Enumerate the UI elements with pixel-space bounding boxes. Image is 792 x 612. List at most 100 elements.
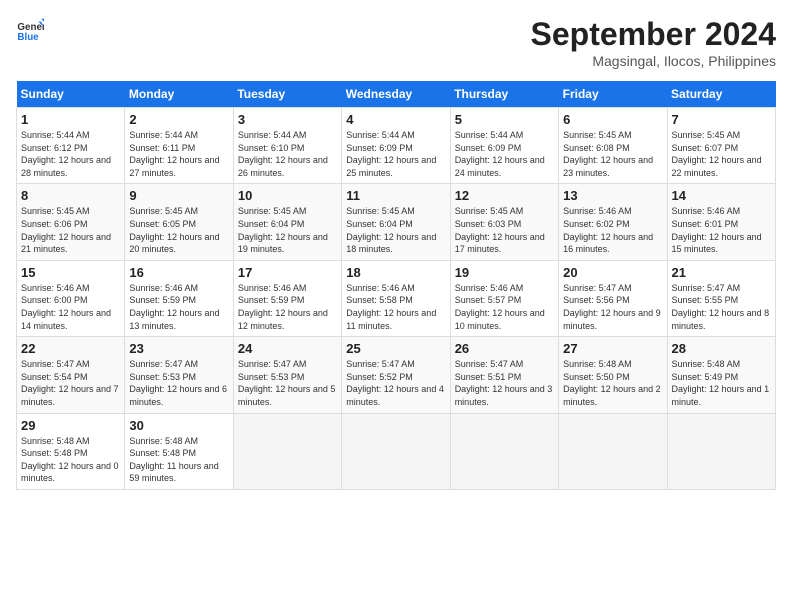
sunset-text: Sunset: 5:53 PM <box>129 372 196 382</box>
day-info: Sunrise: 5:47 AM Sunset: 5:55 PM Dayligh… <box>672 282 771 332</box>
daylight-text: Daylight: 12 hours and 21 minutes. <box>21 232 111 255</box>
sunrise-text: Sunrise: 5:45 AM <box>672 130 741 140</box>
daylight-text: Daylight: 12 hours and 0 minutes. <box>21 461 119 484</box>
sunrise-text: Sunrise: 5:48 AM <box>21 436 90 446</box>
sunset-text: Sunset: 6:02 PM <box>563 219 630 229</box>
weekday-header-sunday: Sunday <box>17 81 125 108</box>
day-number: 12 <box>455 188 554 203</box>
day-number: 24 <box>238 341 337 356</box>
day-info: Sunrise: 5:47 AM Sunset: 5:51 PM Dayligh… <box>455 358 554 408</box>
sunrise-text: Sunrise: 5:45 AM <box>129 206 198 216</box>
table-row <box>450 413 558 489</box>
day-number: 15 <box>21 265 120 280</box>
calendar-week-row: 22 Sunrise: 5:47 AM Sunset: 5:54 PM Dayl… <box>17 337 776 413</box>
day-number: 3 <box>238 112 337 127</box>
day-info: Sunrise: 5:46 AM Sunset: 5:59 PM Dayligh… <box>238 282 337 332</box>
day-number: 14 <box>672 188 771 203</box>
sunrise-text: Sunrise: 5:46 AM <box>563 206 632 216</box>
sunset-text: Sunset: 6:04 PM <box>238 219 305 229</box>
logo: General Blue <box>16 16 44 44</box>
sunset-text: Sunset: 5:49 PM <box>672 372 739 382</box>
sunset-text: Sunset: 5:53 PM <box>238 372 305 382</box>
sunrise-text: Sunrise: 5:45 AM <box>346 206 415 216</box>
sunrise-text: Sunrise: 5:44 AM <box>455 130 524 140</box>
table-row: 1 Sunrise: 5:44 AM Sunset: 6:12 PM Dayli… <box>17 108 125 184</box>
day-info: Sunrise: 5:46 AM Sunset: 5:58 PM Dayligh… <box>346 282 445 332</box>
table-row: 10 Sunrise: 5:45 AM Sunset: 6:04 PM Dayl… <box>233 184 341 260</box>
sunrise-text: Sunrise: 5:48 AM <box>672 359 741 369</box>
sunset-text: Sunset: 6:06 PM <box>21 219 88 229</box>
day-info: Sunrise: 5:46 AM Sunset: 6:00 PM Dayligh… <box>21 282 120 332</box>
table-row: 18 Sunrise: 5:46 AM Sunset: 5:58 PM Dayl… <box>342 260 450 336</box>
day-info: Sunrise: 5:46 AM Sunset: 5:59 PM Dayligh… <box>129 282 228 332</box>
daylight-text: Daylight: 12 hours and 4 minutes. <box>346 384 444 407</box>
table-row: 23 Sunrise: 5:47 AM Sunset: 5:53 PM Dayl… <box>125 337 233 413</box>
sunrise-text: Sunrise: 5:46 AM <box>672 206 741 216</box>
table-row: 16 Sunrise: 5:46 AM Sunset: 5:59 PM Dayl… <box>125 260 233 336</box>
table-row: 8 Sunrise: 5:45 AM Sunset: 6:06 PM Dayli… <box>17 184 125 260</box>
daylight-text: Daylight: 12 hours and 17 minutes. <box>455 232 545 255</box>
table-row: 2 Sunrise: 5:44 AM Sunset: 6:11 PM Dayli… <box>125 108 233 184</box>
day-info: Sunrise: 5:45 AM Sunset: 6:04 PM Dayligh… <box>346 205 445 255</box>
sunset-text: Sunset: 6:00 PM <box>21 295 88 305</box>
day-number: 17 <box>238 265 337 280</box>
day-info: Sunrise: 5:45 AM Sunset: 6:04 PM Dayligh… <box>238 205 337 255</box>
sunset-text: Sunset: 6:01 PM <box>672 219 739 229</box>
sunrise-text: Sunrise: 5:44 AM <box>238 130 307 140</box>
daylight-text: Daylight: 12 hours and 1 minute. <box>672 384 770 407</box>
day-number: 7 <box>672 112 771 127</box>
sunset-text: Sunset: 5:59 PM <box>238 295 305 305</box>
header: General Blue September 2024 Magsingal, I… <box>16 16 776 69</box>
sunrise-text: Sunrise: 5:45 AM <box>21 206 90 216</box>
sunset-text: Sunset: 5:48 PM <box>21 448 88 458</box>
day-info: Sunrise: 5:45 AM Sunset: 6:07 PM Dayligh… <box>672 129 771 179</box>
weekday-header-wednesday: Wednesday <box>342 81 450 108</box>
sunset-text: Sunset: 5:52 PM <box>346 372 413 382</box>
day-info: Sunrise: 5:45 AM Sunset: 6:05 PM Dayligh… <box>129 205 228 255</box>
day-info: Sunrise: 5:44 AM Sunset: 6:09 PM Dayligh… <box>346 129 445 179</box>
sunset-text: Sunset: 6:04 PM <box>346 219 413 229</box>
sunrise-text: Sunrise: 5:44 AM <box>129 130 198 140</box>
day-info: Sunrise: 5:44 AM Sunset: 6:11 PM Dayligh… <box>129 129 228 179</box>
weekday-header-row: SundayMondayTuesdayWednesdayThursdayFrid… <box>17 81 776 108</box>
logo-icon: General Blue <box>16 16 44 44</box>
daylight-text: Daylight: 12 hours and 24 minutes. <box>455 155 545 178</box>
sunrise-text: Sunrise: 5:45 AM <box>455 206 524 216</box>
day-number: 27 <box>563 341 662 356</box>
daylight-text: Daylight: 12 hours and 22 minutes. <box>672 155 762 178</box>
day-number: 28 <box>672 341 771 356</box>
daylight-text: Daylight: 12 hours and 11 minutes. <box>346 308 436 331</box>
table-row: 5 Sunrise: 5:44 AM Sunset: 6:09 PM Dayli… <box>450 108 558 184</box>
daylight-text: Daylight: 12 hours and 10 minutes. <box>455 308 545 331</box>
sunrise-text: Sunrise: 5:46 AM <box>238 283 307 293</box>
daylight-text: Daylight: 12 hours and 26 minutes. <box>238 155 328 178</box>
day-info: Sunrise: 5:46 AM Sunset: 6:01 PM Dayligh… <box>672 205 771 255</box>
sunset-text: Sunset: 6:11 PM <box>129 143 195 153</box>
sunset-text: Sunset: 6:08 PM <box>563 143 630 153</box>
daylight-text: Daylight: 12 hours and 25 minutes. <box>346 155 436 178</box>
sunrise-text: Sunrise: 5:47 AM <box>563 283 632 293</box>
day-number: 11 <box>346 188 445 203</box>
calendar-body: 1 Sunrise: 5:44 AM Sunset: 6:12 PM Dayli… <box>17 108 776 490</box>
day-number: 13 <box>563 188 662 203</box>
weekday-header-thursday: Thursday <box>450 81 558 108</box>
daylight-text: Daylight: 12 hours and 15 minutes. <box>672 232 762 255</box>
sunset-text: Sunset: 5:51 PM <box>455 372 522 382</box>
table-row: 29 Sunrise: 5:48 AM Sunset: 5:48 PM Dayl… <box>17 413 125 489</box>
sunrise-text: Sunrise: 5:44 AM <box>346 130 415 140</box>
sunrise-text: Sunrise: 5:47 AM <box>129 359 198 369</box>
daylight-text: Daylight: 12 hours and 6 minutes. <box>129 384 227 407</box>
day-number: 25 <box>346 341 445 356</box>
day-info: Sunrise: 5:48 AM Sunset: 5:48 PM Dayligh… <box>21 435 120 485</box>
daylight-text: Daylight: 12 hours and 9 minutes. <box>563 308 661 331</box>
daylight-text: Daylight: 12 hours and 5 minutes. <box>238 384 336 407</box>
calendar-table: SundayMondayTuesdayWednesdayThursdayFrid… <box>16 81 776 490</box>
sunset-text: Sunset: 6:07 PM <box>672 143 739 153</box>
day-number: 4 <box>346 112 445 127</box>
svg-text:Blue: Blue <box>17 32 39 43</box>
calendar-week-row: 8 Sunrise: 5:45 AM Sunset: 6:06 PM Dayli… <box>17 184 776 260</box>
day-info: Sunrise: 5:44 AM Sunset: 6:09 PM Dayligh… <box>455 129 554 179</box>
sunset-text: Sunset: 5:50 PM <box>563 372 630 382</box>
table-row <box>559 413 667 489</box>
sunset-text: Sunset: 6:03 PM <box>455 219 522 229</box>
